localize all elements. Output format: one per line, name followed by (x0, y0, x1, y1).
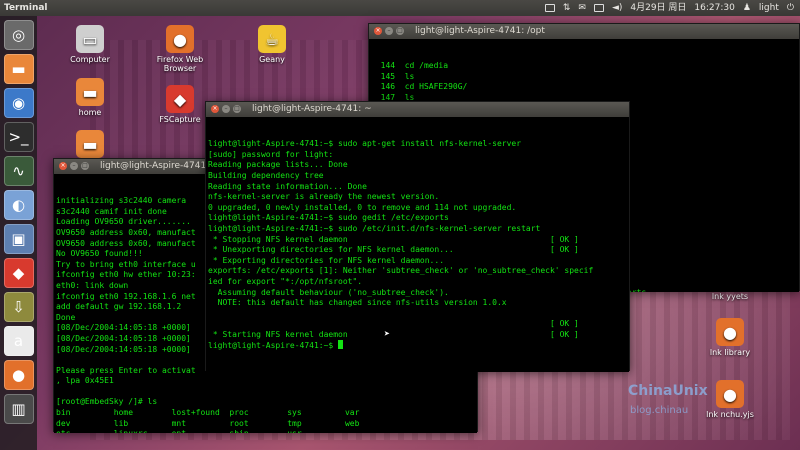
lnk-library-shortcut[interactable]: ● lnk library (690, 318, 770, 357)
lnk-library-icon: ● (716, 318, 744, 346)
terminal-line: Building dependency tree (208, 170, 324, 180)
desktop-icon-label: lnk yyets (711, 292, 749, 301)
system-monitor-icon[interactable]: ∿ (3, 156, 34, 186)
desktop-icon-label: home (78, 108, 102, 117)
terminal-line: 145 ls (371, 71, 415, 81)
terminal-line: light@light-Aspire-4741:~$ sudo /etc/ini… (208, 223, 541, 233)
power-icon[interactable]: ⏻ (787, 0, 794, 16)
launcher: ◎ ▬ ◉ >_ ∿ ◐ ▣ ◆ ⇩ a ● ▥ (0, 16, 37, 450)
terminal-line: dev lib mnt root tmp web (56, 418, 360, 428)
desktop-icon-label: lnk library (709, 348, 751, 357)
monitor-icon[interactable]: ▣ (3, 224, 34, 254)
minimize-icon[interactable]: – (222, 105, 230, 113)
maximize-icon[interactable]: □ (233, 105, 241, 113)
close-icon[interactable]: × (211, 105, 219, 113)
firefox-desktop-icon: ● (166, 25, 194, 53)
terminal-line: ied for export "*:/opt/nfsroot". (208, 276, 363, 286)
desktop-icon-label: Firefox Web Browser (156, 55, 204, 73)
terminal-line: etc linuxrc opt sbin usr (56, 429, 475, 433)
firefox-icon[interactable]: ● (3, 360, 34, 390)
terminal-line: 0 upgraded, 0 newly installed, 0 to remo… (208, 202, 517, 212)
chromium-icon[interactable]: ◉ (3, 88, 34, 118)
terminal-line: 146 cd HSAFE290G/ (371, 82, 468, 92)
files-icon[interactable]: ▬ (3, 54, 34, 84)
dash-icon[interactable]: ◎ (3, 20, 34, 50)
window-titlebar[interactable]: × – □ light@light-Aspire-4741: /opt (369, 24, 799, 39)
terminal-line: light@light-Aspire-4741:~$ sudo apt-get … (208, 139, 522, 149)
watermark-logo: ChinaUnix (628, 383, 708, 399)
terminal-icon[interactable]: >_ (3, 122, 34, 152)
window-title: light@light-Aspire-4741: ~ (252, 104, 372, 114)
mouse-pointer-icon: ➤ (384, 329, 391, 340)
window-titlebar[interactable]: × – □ light@light-Aspire-4741: ~ (206, 102, 629, 117)
close-icon[interactable]: × (374, 27, 382, 35)
panel-time[interactable]: 16:27:30 (694, 0, 734, 16)
terminal-line: nfs-kernel-server is already the newest … (208, 192, 440, 202)
lnk-nchu-icon: ● (716, 380, 744, 408)
folder-shortcut[interactable]: ▬ (50, 130, 130, 160)
terminal-line: NOTE: this default has changed since nfs… (208, 298, 507, 308)
panel-user[interactable]: light (759, 0, 779, 16)
terminal-line: 144 cd /media (371, 61, 449, 71)
watermark-url: blog.chinau (630, 405, 689, 416)
firefox-desktop-shortcut[interactable]: ● Firefox Web Browser (140, 25, 220, 73)
window-title: light@light-Aspire-4741: ~ (100, 161, 220, 171)
text-cursor (338, 340, 344, 350)
install-icon[interactable]: ⇩ (3, 292, 34, 322)
active-app-title: Terminal (4, 3, 48, 13)
minimize-icon[interactable]: – (70, 162, 78, 170)
computer-shortcut[interactable]: ▭ Computer (50, 25, 130, 64)
close-icon[interactable]: × (59, 162, 67, 170)
terminal-line: * Starting NFS kernel daemon [ OK ] (208, 329, 579, 339)
mail-icon[interactable]: ✉ (578, 0, 586, 16)
terminal-line: * Unexporting directories for NFS kernel… (208, 245, 579, 255)
indicator-area: ⇅ ✉ ◄) 4月29日 周日 16:27:30 ♟ light ⏻ (544, 0, 794, 16)
terminal-line: * Exporting directories for NFS kernel d… (208, 255, 445, 265)
keyboard-indicator-icon[interactable] (544, 4, 555, 12)
trash-icon[interactable]: ▥ (3, 394, 34, 424)
terminal-line: [root@EmbedSky /]# ls (56, 397, 158, 407)
terminal-line: exportfs: /etc/exports [1]: Neither 'sub… (208, 266, 594, 276)
text-a-icon[interactable]: a (3, 326, 34, 356)
fscapture-icon[interactable]: ◆ (3, 258, 34, 288)
terminal-line: bin home lost+found proc sys var (56, 408, 360, 418)
window-title: light@light-Aspire-4741: /opt (415, 26, 545, 36)
home-folder-shortcut[interactable]: ▬ home (50, 78, 130, 117)
terminal-line: [sudo] password for light: (208, 149, 334, 159)
terminal-line: light@light-Aspire-4741:~$ sudo gedit /e… (208, 213, 449, 223)
desktop-icon-label: Computer (70, 55, 110, 64)
battery-icon[interactable] (593, 4, 604, 12)
top-panel: Terminal ⇅ ✉ ◄) 4月29日 周日 16:27:30 ♟ ligh… (0, 0, 800, 16)
user-icon[interactable]: ♟ (743, 0, 751, 16)
terminal-line: Reading package lists... Done (208, 160, 348, 170)
computer-icon: ▭ (76, 25, 104, 53)
terminal-line: [ OK ] (208, 319, 579, 329)
desktop-icon-label: lnk nchu.yjs (706, 410, 754, 419)
minimize-icon[interactable]: – (385, 27, 393, 35)
terminal-window-nfs[interactable]: × – □ light@light-Aspire-4741: ~ light@l… (205, 101, 630, 372)
terminal-line: light@light-Aspire-4741:~$ (208, 340, 627, 351)
folder-icon: ▬ (76, 130, 104, 158)
home-folder-icon: ▬ (76, 78, 104, 106)
maximize-icon[interactable]: □ (81, 162, 89, 170)
terminal-line: , lpa 0x45E1 (56, 376, 114, 386)
maximize-icon[interactable]: □ (396, 27, 404, 35)
desktop-icon-label: Geany (259, 55, 285, 64)
geany-shortcut[interactable]: ☕ Geany (232, 25, 312, 64)
volume-icon[interactable]: ◄) (612, 0, 622, 16)
terminal-line: Assuming default behaviour ('no_subtree_… (208, 287, 449, 297)
panel-date[interactable]: 4月29日 周日 (630, 0, 686, 16)
disk-icon[interactable]: ◐ (3, 190, 34, 220)
fscapture-desktop-icon: ◆ (166, 85, 194, 113)
geany-icon: ☕ (258, 25, 286, 53)
terminal-output[interactable]: light@light-Aspire-4741:~$ sudo apt-get … (206, 117, 629, 372)
network-icon[interactable]: ⇅ (563, 0, 571, 16)
terminal-line: Reading state information... Done (208, 181, 367, 191)
terminal-line: * Stopping NFS kernel daemon [ OK ] (208, 234, 579, 244)
